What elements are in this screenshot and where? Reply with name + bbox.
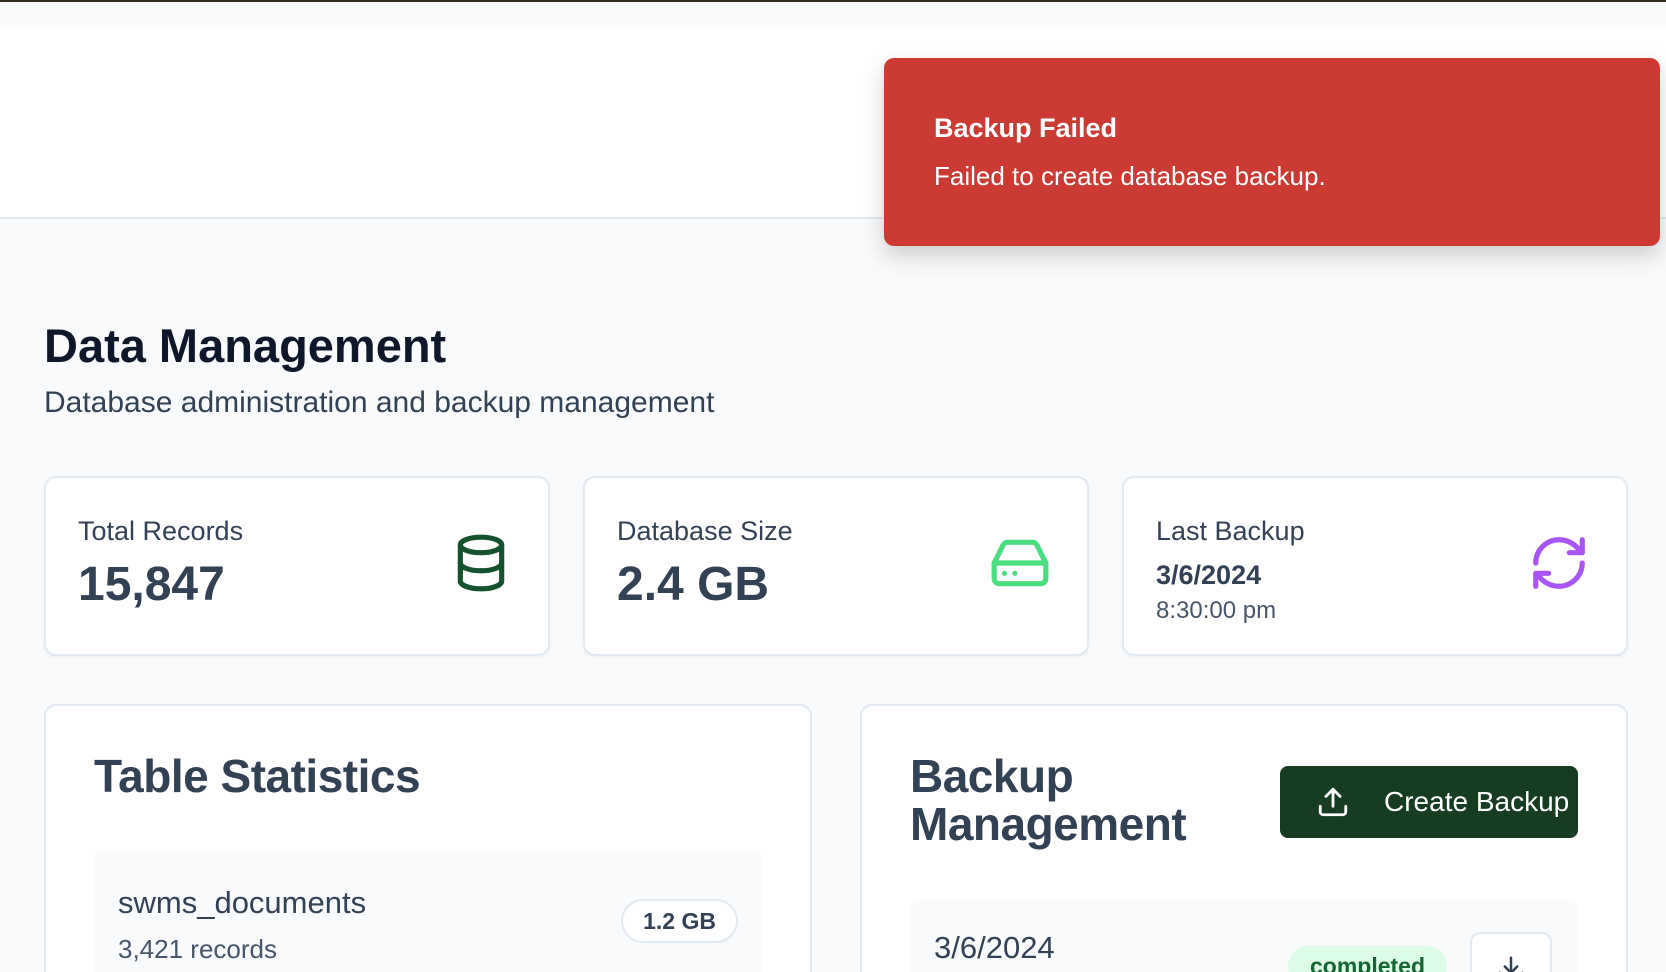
table-name: swms_documents xyxy=(118,885,367,920)
toast-message: Failed to create database backup. xyxy=(934,161,1326,191)
download-icon xyxy=(1498,956,1524,972)
total-records-label: Total Records xyxy=(78,516,244,546)
status-badge: completed xyxy=(1288,946,1448,972)
table-records: 3,421 records xyxy=(118,934,277,964)
create-backup-button[interactable]: Create Backup xyxy=(1280,766,1578,838)
page-title: Data Management xyxy=(44,319,447,372)
database-size-card: Database Size 2.4 GB xyxy=(583,476,1089,656)
total-records-card: Total Records 15,847 xyxy=(44,476,550,656)
top-border xyxy=(0,0,1666,2)
hard-drive-icon xyxy=(991,539,1049,587)
backup-date: 3/6/2024 xyxy=(934,930,1055,965)
error-toast[interactable]: Backup Failed Failed to create database … xyxy=(884,58,1660,246)
last-backup-label: Last Backup xyxy=(1156,516,1305,546)
total-records-value: 15,847 xyxy=(78,558,225,611)
backup-management-title: Backup Management xyxy=(910,750,1187,850)
table-size-badge: 1.2 GB xyxy=(621,899,738,943)
backup-management-panel: Backup Management Create Backup 3/6/2024… xyxy=(860,704,1628,972)
toast-title: Backup Failed xyxy=(934,113,1118,143)
last-backup-card: Last Backup 3/6/2024 8:30:00 pm xyxy=(1122,476,1628,656)
download-backup-button[interactable] xyxy=(1470,932,1552,972)
database-size-value: 2.4 GB xyxy=(617,558,770,611)
table-row: swms_documents 3,421 records 1.2 GB xyxy=(94,851,762,972)
last-backup-time: 8:30:00 pm xyxy=(1156,597,1277,624)
refresh-icon xyxy=(1533,537,1585,589)
database-size-label: Database Size xyxy=(617,516,793,546)
table-statistics-title: Table Statistics xyxy=(94,750,421,802)
create-backup-label: Create Backup xyxy=(1384,786,1570,817)
upload-icon xyxy=(1318,787,1348,817)
database-icon xyxy=(457,534,505,592)
backup-row: 3/6/2024 completed xyxy=(910,900,1578,972)
page-subtitle: Database administration and backup manag… xyxy=(44,386,715,419)
last-backup-date: 3/6/2024 xyxy=(1156,560,1262,590)
table-statistics-panel: Table Statistics swms_documents 3,421 re… xyxy=(44,704,812,972)
